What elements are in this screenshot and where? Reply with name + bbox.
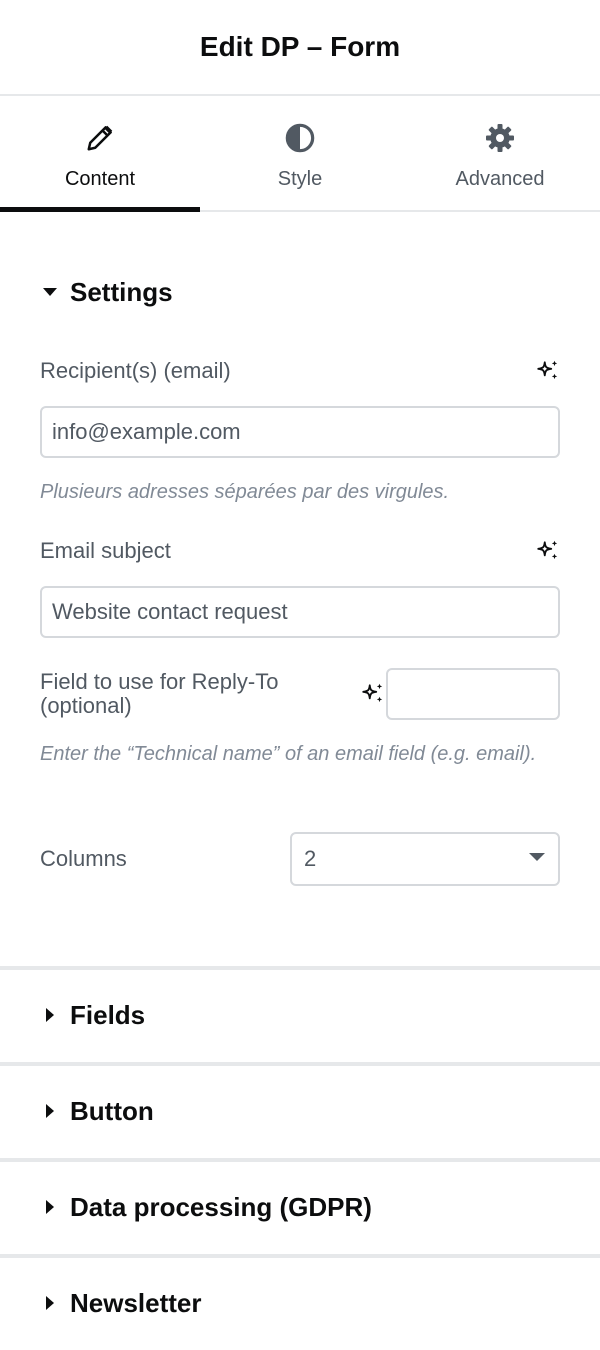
reply-to-label: Field to use for Reply-To (optional) (40, 670, 340, 718)
settings-section: Settings Recipient(s) (email) Plusieurs … (0, 212, 600, 966)
tab-content-label: Content (64, 168, 136, 190)
gdpr-title: Data processing (GDPR) (70, 1191, 372, 1222)
subject-label: Email subject (40, 538, 171, 563)
columns-select[interactable]: 2 (290, 832, 560, 886)
caret-right-icon (40, 1101, 60, 1121)
ai-sparkle-icon[interactable] (360, 681, 386, 707)
button-title: Button (70, 1095, 154, 1126)
gear-icon (484, 122, 516, 154)
caret-right-icon (40, 1005, 60, 1025)
newsletter-section: Newsletter (0, 1254, 600, 1348)
caret-down-icon (40, 282, 60, 302)
contrast-icon (284, 122, 316, 154)
subject-input[interactable] (40, 586, 560, 638)
panel-header: Edit DP – Form (0, 0, 600, 96)
gdpr-toggle[interactable]: Data processing (GDPR) (40, 1162, 372, 1252)
fields-title: Fields (70, 999, 146, 1030)
panel-title: Edit DP – Form (199, 31, 401, 62)
gdpr-section: Data processing (GDPR) (0, 1158, 600, 1252)
settings-toggle[interactable]: Settings (40, 272, 173, 312)
reply-to-input[interactable] (386, 668, 560, 720)
reply-to-help: Enter the “Technical name” of an email f… (40, 743, 537, 765)
fields-toggle[interactable]: Fields (40, 970, 145, 1060)
ai-sparkle-icon[interactable] (535, 358, 561, 384)
chevron-down-icon (528, 850, 546, 868)
recipients-help: Plusieurs adresses séparées par des virg… (40, 481, 450, 503)
tab-advanced[interactable]: Advanced (400, 96, 600, 210)
caret-right-icon (40, 1293, 60, 1313)
newsletter-title: Newsletter (70, 1287, 202, 1318)
newsletter-toggle[interactable]: Newsletter (40, 1258, 202, 1348)
recipients-label: Recipient(s) (email) (40, 358, 231, 383)
caret-right-icon (40, 1197, 60, 1217)
fields-section: Fields (0, 966, 600, 1060)
columns-label: Columns (40, 846, 127, 871)
reply-to-label-line2: (optional) (40, 693, 132, 718)
recipients-input[interactable] (40, 406, 560, 458)
tab-advanced-label: Advanced (455, 168, 545, 190)
reply-to-label-line1: Field to use for Reply-To (40, 669, 279, 694)
tab-bar: Content Style Advanced (0, 96, 600, 212)
ai-sparkle-icon[interactable] (535, 538, 561, 564)
tab-content[interactable]: Content (0, 96, 200, 212)
columns-select-value: 2 (304, 846, 317, 871)
button-section: Button (0, 1062, 600, 1156)
button-toggle[interactable]: Button (40, 1066, 154, 1156)
tab-style[interactable]: Style (200, 96, 400, 210)
tab-style-label: Style (277, 168, 323, 190)
pencil-icon (84, 122, 116, 154)
settings-title: Settings (70, 276, 173, 307)
